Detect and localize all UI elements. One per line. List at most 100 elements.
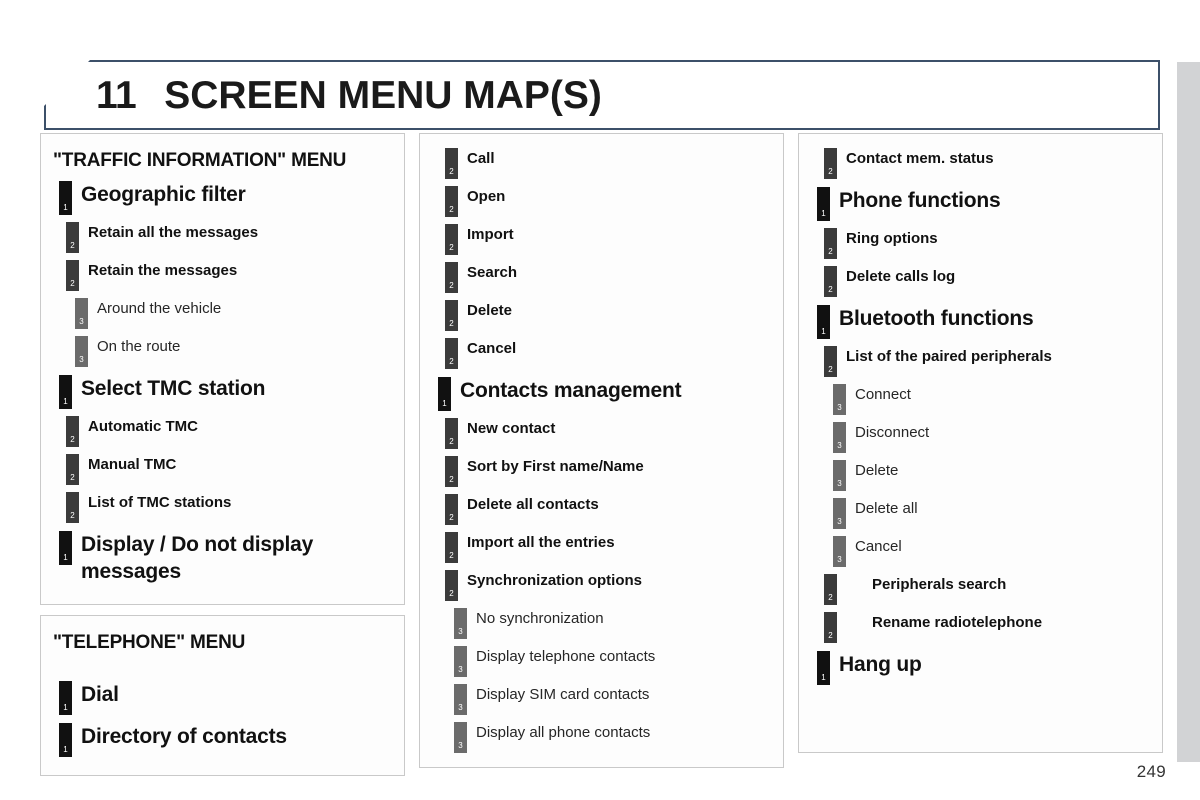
menu-entry-level-1[interactable]: 1 Bluetooth functions	[817, 305, 1152, 339]
level-marker-3: 3	[833, 536, 846, 567]
menu-entry-level-3[interactable]: 3 On the route	[75, 336, 394, 368]
menu-entry-label: Delete	[467, 302, 513, 319]
menu-entry-level-2[interactable]: 2 Import all the entries	[445, 532, 773, 563]
menu-entry-level-2[interactable]: 2 Retain all the messages	[66, 222, 394, 254]
menu-entry-level-1[interactable]: 1 Contacts management	[438, 377, 773, 411]
menu-entry-label: Delete calls log	[846, 268, 956, 285]
menu-entry-label: Geographic filter	[81, 183, 246, 207]
menu-entry-level-3[interactable]: 3 Around the vehicle	[75, 298, 394, 330]
menu-entry-level-1[interactable]: 1 Phone functions	[817, 187, 1152, 221]
menu-entry-label: Directory of contacts	[81, 724, 287, 748]
menu-entry-level-2[interactable]: 2 Peripherals search	[824, 574, 1152, 605]
level-marker-2: 2	[66, 454, 79, 486]
menu-entry-level-2[interactable]: 2 Sort by First name/Name	[445, 456, 773, 487]
level-marker-1: 1	[817, 651, 830, 685]
menu-entry-level-1[interactable]: 1 Select TMC station	[59, 375, 394, 410]
menu-entry-label: Retain all the messages	[88, 224, 259, 242]
menu-column-2: 2 Call 2 Open 2 Import 2 Search 2 Delete 2 Cancel 1 C…	[419, 133, 784, 776]
menu-entry-level-1[interactable]: 1 Directory of contacts	[59, 722, 394, 757]
level-marker-2: 2	[445, 148, 458, 179]
menu-entry-level-2[interactable]: 2 Ring options	[824, 228, 1152, 259]
menu-entry-label: Manual TMC	[88, 456, 177, 474]
menu-entry-level-2[interactable]: 2 Automatic TMC	[66, 416, 394, 448]
menu-entry-label: Display telephone contacts	[476, 648, 656, 665]
level-marker-1: 1	[438, 377, 451, 411]
menu-entry-label: Open	[467, 188, 506, 205]
menu-entry-level-3[interactable]: 3 Connect	[833, 384, 1152, 415]
menu-entry-level-2[interactable]: 2 Delete	[445, 300, 773, 331]
menu-map-columns: "TRAFFIC INFORMATION" MENU 1 Geographic fi…	[40, 133, 1165, 776]
menu-entry-label: On the route	[97, 338, 181, 356]
menu-entry-label: Import all the entries	[467, 534, 615, 551]
level-marker-2: 2	[445, 224, 458, 255]
page-number: 249	[1136, 762, 1166, 781]
menu-entry-label: Sort by First name/Name	[467, 458, 644, 475]
menu-entry-label: Display SIM card contacts	[476, 686, 650, 703]
menu-entry-level-2[interactable]: 2 New contact	[445, 418, 773, 449]
menu-entry-level-3[interactable]: 3 Display telephone contacts	[454, 646, 773, 677]
menu-entry-label: Peripherals search	[872, 576, 1007, 593]
menu-entry-level-2[interactable]: 2 Rename radiotelephone	[824, 612, 1152, 643]
level-marker-2: 2	[445, 262, 458, 293]
menu-panel: 2 Contact mem. status 1 Phone functions 2 Rin…	[798, 133, 1163, 753]
level-marker-2: 2	[66, 260, 79, 292]
menu-entry-level-2[interactable]: 2 Manual TMC	[66, 454, 394, 486]
menu-entry-label: Cancel	[855, 538, 902, 555]
menu-entry-label: Delete	[855, 462, 899, 479]
menu-entry-level-1[interactable]: 1 Display / Do not display messages	[59, 531, 394, 586]
level-marker-1: 1	[59, 181, 72, 216]
level-marker-1: 1	[59, 375, 72, 410]
menu-entry-label: Rename radiotelephone	[872, 614, 1043, 631]
level-marker-2: 2	[824, 612, 837, 643]
level-marker-2: 2	[824, 266, 837, 297]
menu-entry-level-2[interactable]: 2 Delete calls log	[824, 266, 1152, 297]
menu-entry-level-3[interactable]: 3 Disconnect	[833, 422, 1152, 453]
menu-entry-label: List of TMC stations	[88, 494, 232, 512]
level-marker-3: 3	[454, 684, 467, 715]
level-marker-1: 1	[59, 680, 72, 715]
level-marker-2: 2	[66, 492, 79, 524]
menu-entry-label: Display / Do not display messages	[81, 533, 314, 583]
level-marker-2: 2	[445, 338, 458, 369]
menu-entry-level-1[interactable]: 1 Dial	[59, 680, 394, 715]
menu-panel: "TRAFFIC INFORMATION" MENU 1 Geographic fi…	[40, 133, 405, 605]
menu-entry-level-2[interactable]: 2 Retain the messages	[66, 260, 394, 292]
menu-entry-level-2[interactable]: 2 Delete all contacts	[445, 494, 773, 525]
menu-entry-level-2[interactable]: 2 Cancel	[445, 338, 773, 369]
menu-entry-level-2[interactable]: 2 Import	[445, 224, 773, 255]
level-marker-2: 2	[445, 418, 458, 449]
menu-entry-level-2[interactable]: 2 List of TMC stations	[66, 492, 394, 524]
menu-entry-label: Bluetooth functions	[839, 307, 1034, 330]
menu-entry-label: Import	[467, 226, 514, 243]
menu-entry-level-3[interactable]: 3 No synchronization	[454, 608, 773, 639]
menu-entry-level-2[interactable]: 2 Search	[445, 262, 773, 293]
menu-entry-level-3[interactable]: 3 Display SIM card contacts	[454, 684, 773, 715]
menu-entry-level-3[interactable]: 3 Display all phone contacts	[454, 722, 773, 753]
page-edge-stripe	[1177, 62, 1200, 762]
menu-entry-level-2[interactable]: 2 Call	[445, 148, 773, 179]
menu-entry-label: Display all phone contacts	[476, 724, 651, 741]
menu-entry-label: Contacts management	[460, 379, 682, 402]
menu-entry-label: Automatic TMC	[88, 418, 198, 436]
level-marker-3: 3	[75, 336, 88, 368]
menu-entry-level-2[interactable]: 2 Contact mem. status	[824, 148, 1152, 179]
menu-entry-label: Call	[467, 150, 495, 167]
menu-entry-level-1[interactable]: 1 Hang up	[817, 651, 1152, 685]
level-marker-1: 1	[817, 305, 830, 339]
level-marker-1: 1	[59, 531, 72, 566]
menu-entry-label: Delete all	[855, 500, 918, 517]
menu-entry-level-3[interactable]: 3 Delete	[833, 460, 1152, 491]
menu-entry-level-1[interactable]: 1 Geographic filter	[59, 181, 394, 216]
menu-entry-level-3[interactable]: 3 Delete all	[833, 498, 1152, 529]
menu-entry-level-2[interactable]: 2 List of the paired peripherals	[824, 346, 1152, 377]
menu-entry-level-2[interactable]: 2 Synchronization options	[445, 570, 773, 601]
menu-entry-label: Around the vehicle	[97, 300, 222, 318]
menu-entry-label: Search	[467, 264, 518, 281]
level-marker-2: 2	[66, 222, 79, 254]
menu-entry-label: Contact mem. status	[846, 150, 994, 167]
level-marker-2: 2	[824, 148, 837, 179]
menu-entry-label: New contact	[467, 420, 556, 437]
menu-column-1: "TRAFFIC INFORMATION" MENU 1 Geographic fi…	[40, 133, 405, 776]
menu-entry-level-3[interactable]: 3 Cancel	[833, 536, 1152, 567]
menu-entry-level-2[interactable]: 2 Open	[445, 186, 773, 217]
